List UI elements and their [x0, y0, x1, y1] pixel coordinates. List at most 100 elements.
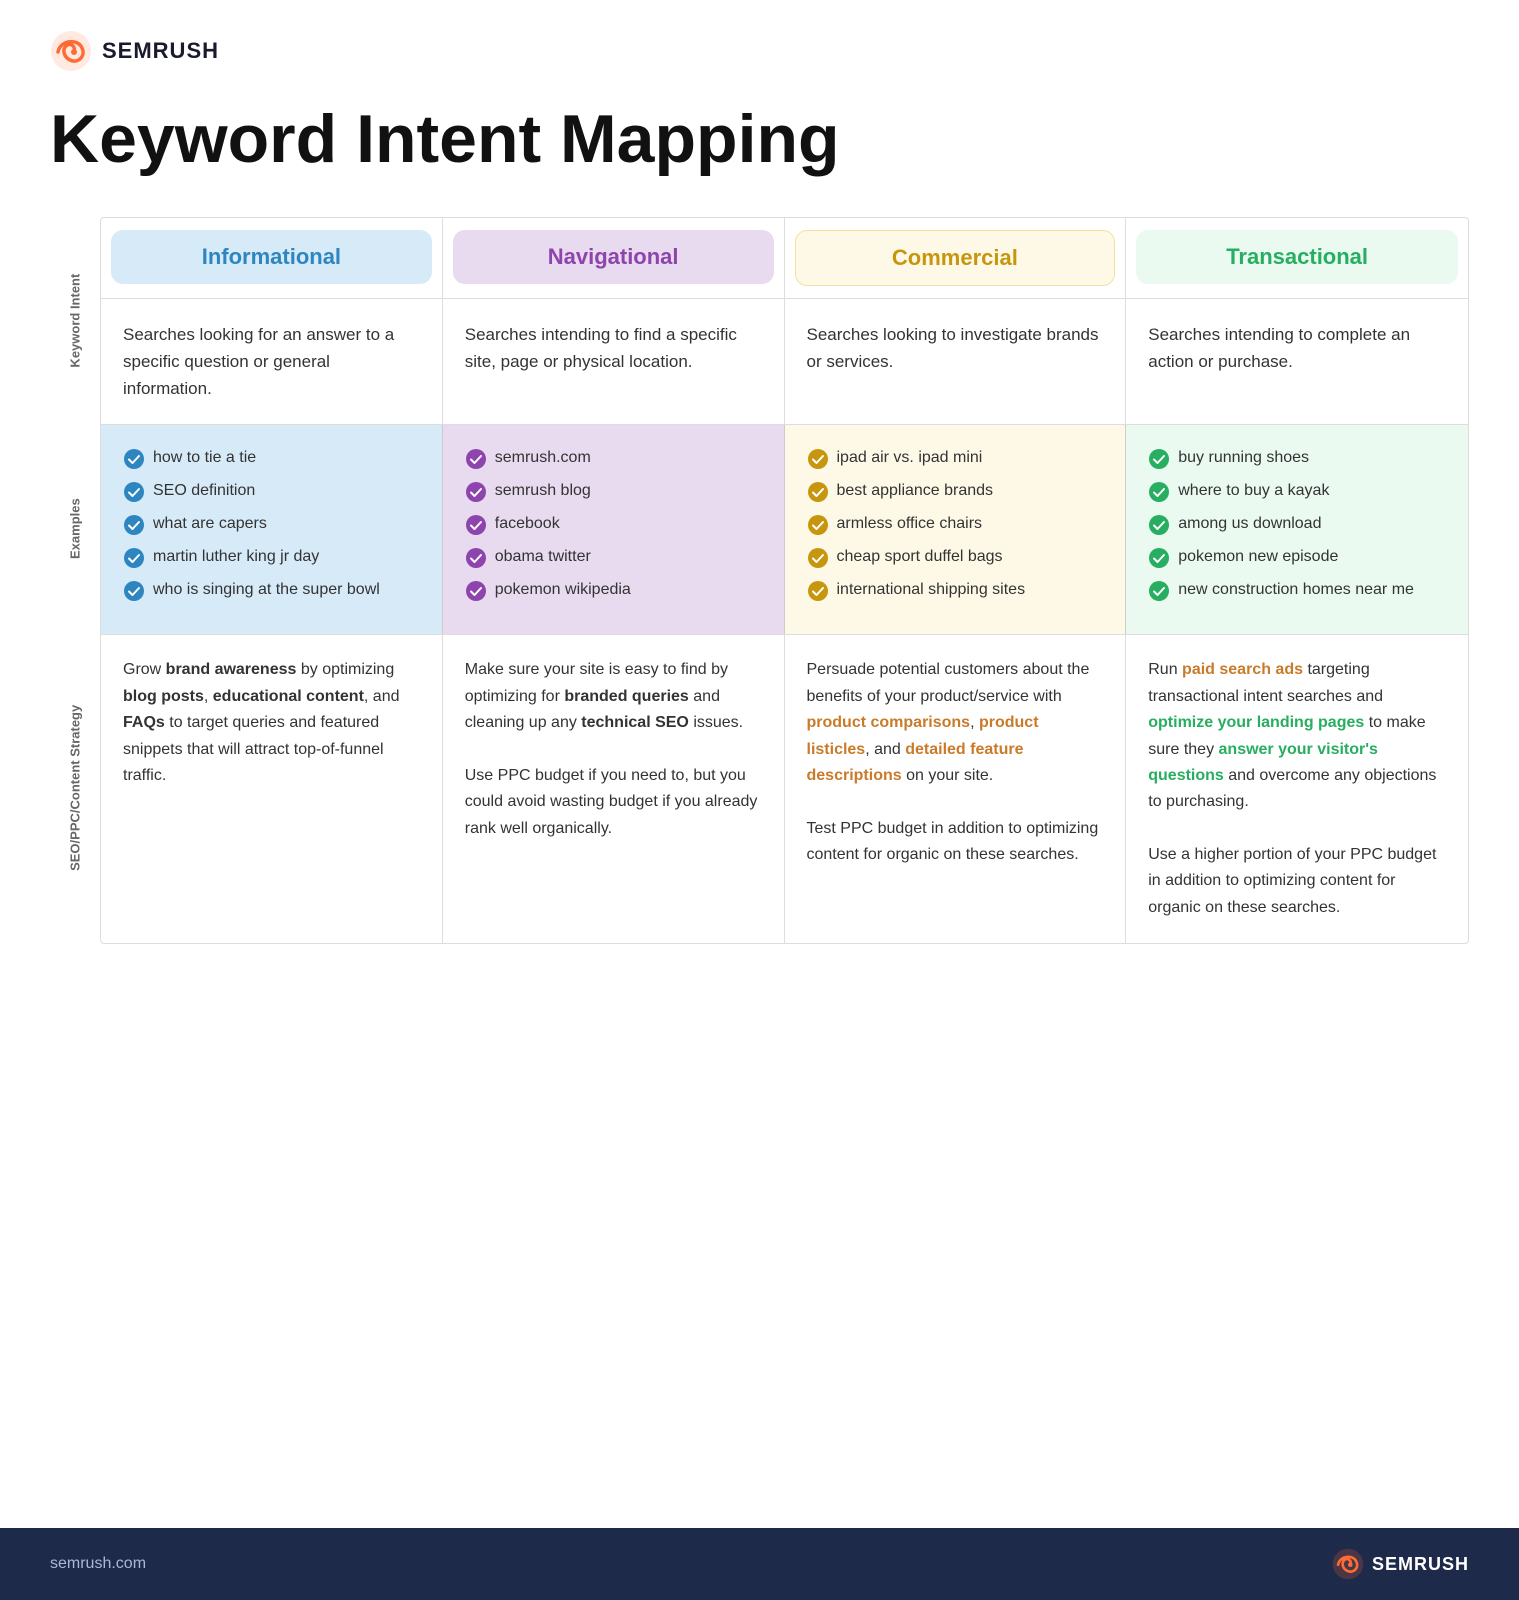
- example-item: among us download: [1148, 513, 1446, 536]
- informational-header-label: Informational: [111, 230, 432, 284]
- check-icon: [123, 448, 145, 470]
- navigational-header-label: Navigational: [453, 230, 774, 284]
- check-icon: [1148, 481, 1170, 503]
- bold-branded-queries: branded queries: [564, 688, 688, 705]
- strategy-cell-informational: Grow brand awareness by optimizing blog …: [101, 635, 443, 943]
- example-text: buy running shoes: [1178, 447, 1309, 469]
- row-labels-column: Keyword Intent Examples SEO/PPC/Content …: [50, 217, 100, 944]
- example-item: SEO definition: [123, 480, 420, 503]
- example-text: pokemon new episode: [1178, 546, 1338, 568]
- bold-brand-awareness: brand awareness: [166, 661, 297, 678]
- footer-url: semrush.com: [50, 1555, 146, 1573]
- example-text: international shipping sites: [837, 579, 1026, 601]
- page-title: Keyword Intent Mapping: [50, 102, 1469, 177]
- strategy-cell-transactional: Run paid search ads targeting transactio…: [1126, 635, 1468, 943]
- check-icon: [123, 481, 145, 503]
- example-item: best appliance brands: [807, 480, 1104, 503]
- desc-cell-commercial: Searches looking to investigate brands o…: [785, 299, 1127, 425]
- bold-blog-posts: blog posts: [123, 688, 204, 705]
- check-icon: [123, 547, 145, 569]
- check-icon: [1148, 448, 1170, 470]
- example-item: new construction homes near me: [1148, 579, 1446, 602]
- desc-cell-navigational: Searches intending to find a specific si…: [443, 299, 785, 425]
- seo-strategy-row-label: SEO/PPC/Content Strategy: [50, 634, 100, 942]
- example-text: SEO definition: [153, 480, 255, 502]
- example-text: where to buy a kayak: [1178, 480, 1329, 502]
- examples-cell-informational: how to tie a tie SEO definition what are…: [101, 425, 443, 634]
- example-text: cheap sport duffel bags: [837, 546, 1003, 568]
- strategy-cell-navigational: Make sure your site is easy to find by o…: [443, 635, 785, 943]
- page-header: SEMRUSH: [50, 30, 1469, 72]
- bold-paid-search-ads: paid search ads: [1182, 661, 1303, 678]
- check-icon: [807, 481, 829, 503]
- semrush-logo-text: SEMRUSH: [102, 38, 219, 64]
- check-icon: [1148, 580, 1170, 602]
- example-text: among us download: [1178, 513, 1321, 535]
- check-icon: [807, 514, 829, 536]
- keyword-intent-row-label: Keyword Intent: [50, 217, 100, 425]
- example-item: armless office chairs: [807, 513, 1104, 536]
- check-icon: [807, 448, 829, 470]
- example-text: obama twitter: [495, 546, 591, 568]
- description-row: Searches looking for an answer to a spec…: [101, 299, 1468, 426]
- example-item: ipad air vs. ipad mini: [807, 447, 1104, 470]
- example-item: what are capers: [123, 513, 420, 536]
- example-text: who is singing at the super bowl: [153, 579, 380, 601]
- example-item: martin luther king jr day: [123, 546, 420, 569]
- bold-optimize-landing-pages: optimize your landing pages: [1148, 714, 1364, 731]
- check-icon: [465, 448, 487, 470]
- example-text: how to tie a tie: [153, 447, 256, 469]
- example-text: semrush.com: [495, 447, 591, 469]
- examples-row: how to tie a tie SEO definition what are…: [101, 425, 1468, 635]
- check-icon: [807, 580, 829, 602]
- example-text: armless office chairs: [837, 513, 983, 535]
- check-icon: [123, 580, 145, 602]
- example-item: where to buy a kayak: [1148, 480, 1446, 503]
- footer-logo: SEMRUSH: [1332, 1548, 1469, 1580]
- example-item: semrush blog: [465, 480, 762, 503]
- strategy-row: Grow brand awareness by optimizing blog …: [101, 635, 1468, 943]
- example-item: how to tie a tie: [123, 447, 420, 470]
- examples-cell-commercial: ipad air vs. ipad mini best appliance br…: [785, 425, 1127, 634]
- examples-row-label: Examples: [50, 424, 100, 634]
- check-icon: [123, 514, 145, 536]
- bold-answer-questions: answer your visitor's questions: [1148, 741, 1378, 784]
- intent-grid: Informational Navigational Commercial Tr…: [100, 217, 1469, 944]
- header-cell-navigational: Navigational: [443, 218, 785, 298]
- commercial-header-label: Commercial: [795, 230, 1116, 286]
- bold-product-comparisons: product comparisons: [807, 714, 971, 731]
- example-text: martin luther king jr day: [153, 546, 319, 568]
- check-icon: [465, 580, 487, 602]
- header-row: Informational Navigational Commercial Tr…: [101, 218, 1468, 299]
- example-item: who is singing at the super bowl: [123, 579, 420, 602]
- bold-educational-content: educational content: [213, 688, 364, 705]
- examples-cell-navigational: semrush.com semrush blog facebook obama …: [443, 425, 785, 634]
- example-text: pokemon wikipedia: [495, 579, 631, 601]
- example-item: semrush.com: [465, 447, 762, 470]
- check-icon: [1148, 514, 1170, 536]
- example-item: pokemon new episode: [1148, 546, 1446, 569]
- desc-cell-transactional: Searches intending to complete an action…: [1126, 299, 1468, 425]
- examples-cell-transactional: buy running shoes where to buy a kayak a…: [1126, 425, 1468, 634]
- desc-cell-informational: Searches looking for an answer to a spec…: [101, 299, 443, 425]
- example-item: pokemon wikipedia: [465, 579, 762, 602]
- strategy-cell-commercial: Persuade potential customers about the b…: [785, 635, 1127, 943]
- check-icon: [465, 514, 487, 536]
- example-item: cheap sport duffel bags: [807, 546, 1104, 569]
- example-item: facebook: [465, 513, 762, 536]
- check-icon: [465, 481, 487, 503]
- footer-logo-icon: [1332, 1548, 1364, 1580]
- example-text: what are capers: [153, 513, 267, 535]
- header-cell-informational: Informational: [101, 218, 443, 298]
- check-icon: [807, 547, 829, 569]
- footer-logo-text: SEMRUSH: [1372, 1554, 1469, 1575]
- page-footer: semrush.com SEMRUSH: [0, 1528, 1519, 1600]
- bold-faqs: FAQs: [123, 714, 165, 731]
- bold-technical-seo: technical SEO: [581, 714, 689, 731]
- example-item: international shipping sites: [807, 579, 1104, 602]
- example-item: buy running shoes: [1148, 447, 1446, 470]
- example-item: obama twitter: [465, 546, 762, 569]
- example-text: best appliance brands: [837, 480, 994, 502]
- example-text: facebook: [495, 513, 560, 535]
- example-text: new construction homes near me: [1178, 579, 1414, 601]
